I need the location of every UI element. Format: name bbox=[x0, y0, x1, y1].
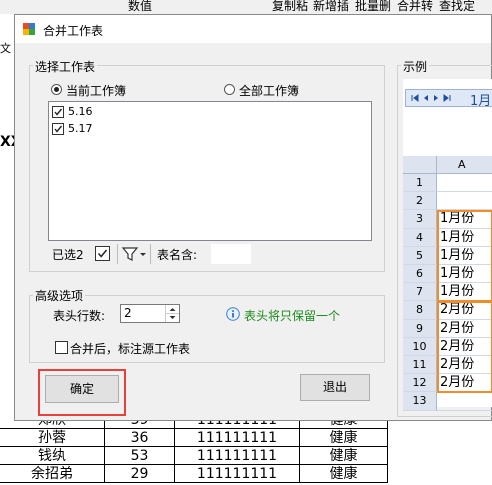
divider bbox=[117, 244, 118, 264]
ok-button[interactable]: 确定 bbox=[45, 375, 119, 403]
age-cell: 36 bbox=[105, 429, 175, 447]
example-row-number: 2 bbox=[403, 192, 437, 211]
table-row: 余招弟 29 111111111 健康 bbox=[0, 465, 492, 483]
current-workbook-radio[interactable] bbox=[51, 84, 62, 95]
dialog-title: 合并工作表 bbox=[43, 24, 104, 38]
bg-toolbar-text: 数值 bbox=[128, 0, 153, 13]
column-header-row: A bbox=[403, 156, 492, 174]
bg-toolbar-text: 批量删 bbox=[355, 0, 392, 13]
example-row-number: 10 bbox=[403, 337, 437, 356]
column-header-a: A bbox=[458, 158, 466, 171]
info-icon bbox=[226, 307, 240, 321]
example-row-number: 11 bbox=[403, 356, 437, 375]
header-info-text: 表头将只保留一个 bbox=[244, 309, 341, 323]
list-item[interactable]: 5.16 bbox=[51, 104, 171, 120]
divider bbox=[150, 244, 151, 264]
sheet-name: 5.16 bbox=[68, 105, 93, 118]
status-cell: 健康 bbox=[300, 465, 388, 483]
sheet-name-contains-label: 表名含: bbox=[157, 248, 198, 262]
example-row-number: 13 bbox=[403, 392, 437, 411]
example-row-number: 1 bbox=[403, 174, 437, 193]
sheet-name: 5.17 bbox=[68, 122, 93, 135]
phone-cell: 111111111 bbox=[175, 447, 300, 465]
status-cell: 健康 bbox=[300, 429, 388, 447]
table-row: 钱纨 53 111111111 健康 bbox=[0, 447, 492, 465]
advanced-options-group-label: 高级选项 bbox=[33, 287, 86, 304]
name-cell: 孙蓉 bbox=[0, 429, 105, 447]
tab-navigation-icon bbox=[411, 94, 451, 102]
sheet-listbox[interactable]: 5.16 5.17 bbox=[48, 101, 372, 241]
example-row-number: 6 bbox=[403, 265, 437, 284]
age-cell: 29 bbox=[105, 465, 175, 483]
name-cell: 钱纨 bbox=[0, 447, 105, 465]
header-rows-value[interactable]: 2 bbox=[124, 306, 132, 320]
selected-count-label: 已选2 bbox=[52, 248, 84, 262]
select-sheets-group-label: 选择工作表 bbox=[33, 58, 98, 75]
header-rows-label: 表头行数: bbox=[53, 309, 106, 323]
bg-left-text: 文 bbox=[0, 42, 11, 55]
current-workbook-label[interactable]: 当前工作簿 bbox=[66, 82, 126, 99]
example-row-number: 8 bbox=[403, 301, 437, 320]
example-cell bbox=[437, 174, 492, 193]
all-workbooks-radio[interactable] bbox=[224, 84, 235, 95]
example-row-number: 7 bbox=[403, 283, 437, 302]
sheet-tab-bar: 1月 bbox=[405, 89, 492, 109]
phone-cell: 111111111 bbox=[175, 429, 300, 447]
sheet-checkbox[interactable] bbox=[52, 106, 64, 118]
mark-source-checkbox[interactable] bbox=[55, 341, 68, 354]
sheet-checkbox[interactable] bbox=[52, 123, 64, 135]
february-range-outline bbox=[437, 301, 492, 393]
january-range-outline bbox=[437, 210, 492, 302]
status-cell: 健康 bbox=[300, 447, 388, 465]
example-row-number: 5 bbox=[403, 246, 437, 265]
mark-source-label[interactable]: 合并后，标注源工作表 bbox=[70, 340, 190, 357]
sheet-name-filter-input[interactable] bbox=[211, 244, 251, 264]
exit-button[interactable]: 退出 bbox=[300, 374, 370, 401]
example-preview: 1月 A 1 2 3 1月份 4 1月份 5 1月份 6 1月份 7 1月份 8 2月份 9 2月份 10 2月份… bbox=[403, 79, 492, 411]
select-all-checkbox[interactable] bbox=[95, 246, 110, 261]
background-left-column: 文 XX bbox=[0, 14, 22, 414]
merge-sheets-dialog: 合并工作表 选择工作表 当前工作簿 全部工作簿 5.16 5.17 已选2 表名… bbox=[14, 14, 492, 421]
header-rows-stepper[interactable]: 2 bbox=[120, 304, 180, 323]
background-toolbar: 数值 复制粘 新增插 批量删 合并转 查找定 bbox=[0, 0, 492, 14]
name-cell: 余招弟 bbox=[0, 465, 105, 483]
age-cell: 53 bbox=[105, 447, 175, 465]
phone-cell: 111111111 bbox=[175, 465, 300, 483]
example-row-number: 12 bbox=[403, 374, 437, 393]
app-icon bbox=[23, 23, 35, 35]
background-sheet-grid: 郑欣 39 111111111 健康 孙蓉 36 111111111 健康 钱纨… bbox=[0, 411, 492, 485]
stepper-arrows[interactable] bbox=[165, 305, 179, 322]
filter-icon[interactable] bbox=[121, 245, 147, 263]
example-cell bbox=[437, 192, 492, 211]
example-row-number: 4 bbox=[403, 228, 437, 247]
bg-toolbar-text: 复制粘 bbox=[272, 0, 309, 13]
table-row: 孙蓉 36 111111111 健康 bbox=[0, 429, 492, 447]
example-cell bbox=[437, 392, 492, 411]
bg-toolbar-text: 新增插 bbox=[313, 0, 350, 13]
list-item[interactable]: 5.17 bbox=[51, 121, 171, 137]
bg-toolbar-text: 查找定 bbox=[439, 0, 476, 13]
all-workbooks-label[interactable]: 全部工作簿 bbox=[239, 82, 299, 99]
sheet-tab-label: 1月 bbox=[470, 94, 492, 109]
example-row-number: 9 bbox=[403, 319, 437, 338]
example-group-label: 示例 bbox=[401, 58, 430, 75]
dialog-titlebar[interactable]: 合并工作表 bbox=[15, 15, 491, 43]
bg-toolbar-text: 合并转 bbox=[397, 0, 434, 13]
example-row-number: 3 bbox=[403, 210, 437, 229]
